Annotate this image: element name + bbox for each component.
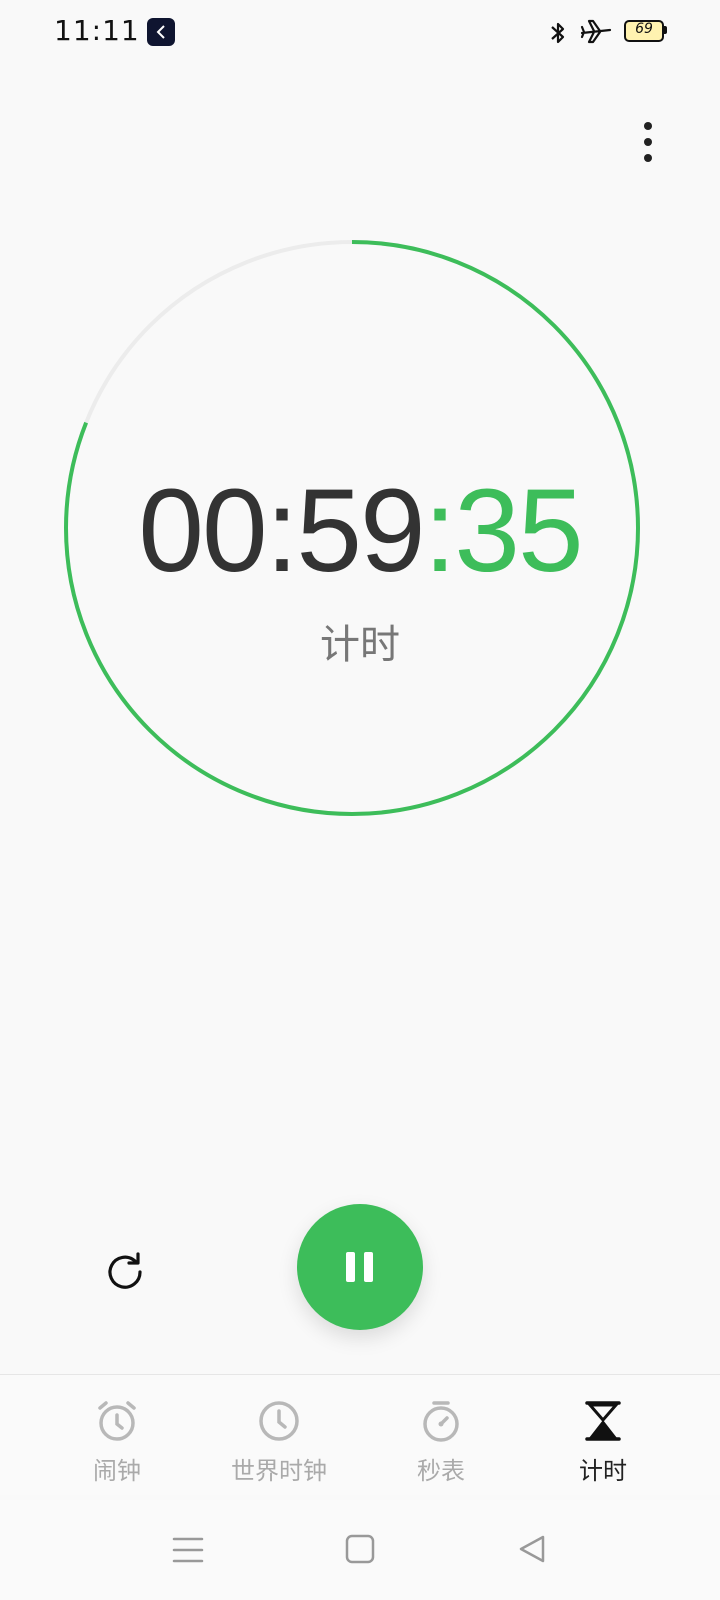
alarm-icon bbox=[98, 1401, 136, 1441]
status-time: 11:11 bbox=[54, 14, 140, 47]
more-options-button[interactable] bbox=[624, 118, 672, 166]
nav-item-world-clock[interactable]: 世界时钟 bbox=[189, 1375, 369, 1495]
bluetooth-icon bbox=[551, 22, 565, 44]
clock-icon bbox=[259, 1401, 299, 1441]
pause-button[interactable] bbox=[297, 1204, 423, 1330]
bottom-nav: 闹钟 世界时钟 秒表 计时 bbox=[0, 1374, 720, 1495]
timer-main-digits: 00:59 bbox=[138, 465, 425, 597]
refresh-icon[interactable] bbox=[102, 1248, 150, 1296]
battery-icon: 69 bbox=[624, 20, 667, 42]
app-notification-icon bbox=[147, 18, 175, 46]
nav-label-world-clock: 世界时钟 bbox=[231, 1457, 327, 1485]
timer-display: 00:59:35 bbox=[0, 472, 720, 590]
pause-icon bbox=[346, 1252, 355, 1282]
home-icon[interactable] bbox=[345, 1534, 375, 1564]
airplane-icon bbox=[580, 19, 612, 44]
menu-icon[interactable] bbox=[172, 1534, 204, 1566]
nav-item-alarm[interactable]: 闹钟 bbox=[27, 1375, 207, 1495]
nav-label-stopwatch: 秒表 bbox=[417, 1457, 465, 1485]
status-bar: 11:11 69 bbox=[0, 0, 720, 64]
nav-label-alarm: 闹钟 bbox=[93, 1457, 141, 1485]
timer-label: 计时 bbox=[320, 622, 400, 668]
timer-seconds-digits: :35 bbox=[423, 465, 584, 597]
stopwatch-icon bbox=[423, 1401, 459, 1442]
system-nav-bar bbox=[0, 1500, 720, 1600]
battery-level: 69 bbox=[635, 21, 653, 37]
hourglass-icon bbox=[585, 1401, 621, 1441]
back-icon[interactable] bbox=[517, 1534, 547, 1564]
nav-item-stopwatch[interactable]: 秒表 bbox=[351, 1375, 531, 1495]
nav-label-timer: 计时 bbox=[579, 1457, 627, 1485]
nav-item-timer[interactable]: 计时 bbox=[513, 1375, 693, 1495]
